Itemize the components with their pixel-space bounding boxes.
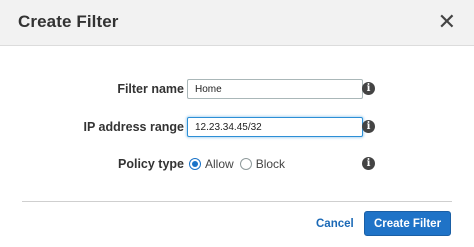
cancel-button[interactable]: Cancel <box>316 218 354 230</box>
block-radio-label[interactable]: Block <box>256 157 285 171</box>
footer-divider <box>22 201 452 202</box>
close-icon[interactable]: ✕ <box>438 10 456 34</box>
info-icon[interactable]: i <box>362 157 375 170</box>
policy-type-radio-group: Allow Block <box>189 154 291 174</box>
dialog-title: Create Filter <box>18 12 119 31</box>
info-icon[interactable]: i <box>362 82 375 95</box>
info-icon[interactable]: i <box>362 120 375 133</box>
block-radio[interactable] <box>239 158 252 170</box>
allow-radio-label[interactable]: Allow <box>205 157 234 171</box>
ip-range-input[interactable] <box>187 117 363 137</box>
dialog-header: Create Filter ✕ <box>0 0 474 46</box>
policy-type-row: Policy type Allow Block i <box>0 154 474 176</box>
ip-range-label: IP address range <box>83 120 184 134</box>
create-filter-dialog: Create Filter ✕ Filter name i IP address… <box>0 0 474 247</box>
policy-type-label: Policy type <box>118 157 184 171</box>
allow-radio[interactable] <box>189 158 201 170</box>
filter-name-row: Filter name i <box>0 79 474 101</box>
create-filter-button[interactable]: Create Filter <box>364 211 451 236</box>
ip-range-row: IP address range i <box>0 117 474 139</box>
filter-name-label: Filter name <box>117 82 184 96</box>
filter-name-input[interactable] <box>187 79 363 99</box>
